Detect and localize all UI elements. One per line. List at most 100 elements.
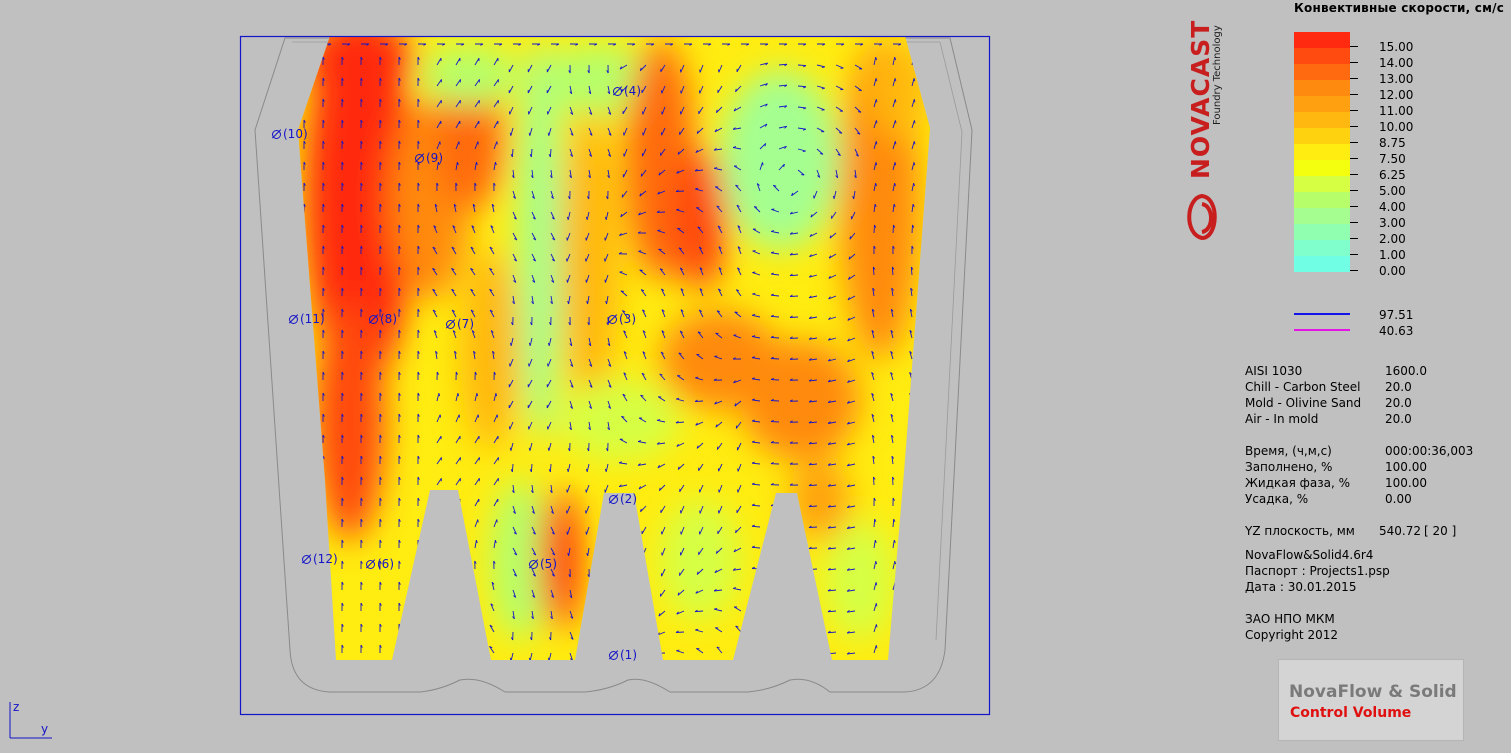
velocity-arrow [809, 590, 817, 591]
velocity-arrowhead [304, 57, 305, 60]
legend-value: 4.00 [1379, 200, 1406, 214]
velocity-arrowhead [323, 624, 324, 627]
velocity-arrowhead [876, 624, 877, 627]
velocity-arrowhead [471, 625, 474, 627]
velocity-arrowhead [605, 280, 606, 283]
velocity-arrowhead [876, 141, 877, 144]
velocity-arrow [809, 569, 817, 570]
probe-12[interactable]: (12) [302, 552, 338, 566]
probe-9[interactable]: (9) [415, 151, 443, 165]
isoline-key-1 [1294, 313, 1350, 315]
probe-2[interactable]: (2) [609, 492, 637, 506]
probe-icon [369, 315, 378, 324]
y-axis-label: y [41, 722, 48, 736]
velocity-arrow [472, 604, 475, 611]
velocity-arrow [643, 569, 646, 576]
velocity-arrowhead [790, 568, 793, 570]
velocity-arrow [912, 477, 913, 485]
probe-11[interactable]: (11) [289, 312, 325, 326]
legend-swatch [1294, 80, 1350, 96]
velocity-arrowhead [418, 645, 419, 648]
novacast-wordmark: NOVACAST Foundry Technology [1186, 7, 1226, 237]
legend-tick [1350, 126, 1358, 127]
velocity-arrowhead [586, 280, 587, 283]
velocity-arrow [512, 149, 513, 157]
velocity-arrowhead [790, 589, 793, 591]
velocity-arrowhead [752, 651, 755, 652]
velocity-arrowhead [471, 646, 474, 647]
velocity-arrow [589, 590, 591, 598]
velocity-arrowhead [323, 477, 324, 480]
velocity-arrowhead [438, 540, 439, 543]
velocity-arrow [771, 359, 779, 360]
velocity-arrowhead [418, 561, 419, 564]
probe-4[interactable]: (4) [613, 84, 641, 98]
legend-value: 3.00 [1379, 216, 1406, 230]
velocity-arrowhead [323, 582, 324, 585]
legend-title: Конвективные скорости, см/с [1294, 1, 1504, 15]
velocity-arrow [433, 646, 438, 653]
legend-value: 1.00 [1379, 248, 1406, 262]
probe-icon [272, 130, 281, 139]
copyright: Copyright 2012 [1245, 627, 1338, 643]
probe-label: (8) [380, 312, 397, 326]
probe-8[interactable]: (8) [369, 312, 397, 326]
probe-label: (12) [313, 552, 338, 566]
isoline-value-1: 97.51 [1379, 308, 1413, 322]
legend-tick [1350, 222, 1358, 223]
status-label: Жидкая фаза, % [1245, 475, 1350, 491]
velocity-arrowhead [876, 603, 877, 606]
velocity-arrow [912, 225, 913, 233]
legend-swatch [1294, 224, 1350, 240]
velocity-arrowhead [590, 638, 592, 640]
probe-1[interactable]: (1) [609, 648, 637, 662]
velocity-arrow [809, 653, 817, 654]
plane-value: 540.72 [1379, 523, 1421, 539]
probe-6[interactable]: (6) [366, 557, 394, 571]
velocity-arrowhead [752, 609, 755, 610]
velocity-arrow [910, 393, 912, 401]
velocity-arrowhead [911, 456, 913, 458]
velocity-arrowhead [304, 267, 305, 270]
status-label: Время, (ч,м,с) [1245, 443, 1332, 459]
velocity-arrowhead [850, 236, 851, 239]
status-label: Усадка, % [1245, 491, 1308, 507]
velocity-arrow [912, 624, 914, 632]
velocity-arrow [452, 646, 457, 653]
legend-swatch [1294, 256, 1350, 272]
probe-icon [613, 87, 622, 96]
velocity-arrowhead [895, 141, 896, 144]
software-version: NovaFlow&Solid4.6r4 [1245, 547, 1373, 563]
velocity-arrowhead [304, 603, 305, 606]
simulation-viewport[interactable]: (1) (2) (3) (4) (5) (6) (7) (8) (9) (10)… [0, 0, 1160, 750]
velocity-arrow [893, 225, 894, 233]
velocity-arrow [608, 611, 611, 619]
velocity-arrowhead [434, 604, 436, 606]
legend-tick [1350, 62, 1358, 63]
velocity-arrowhead [323, 540, 324, 543]
velocity-arrow [771, 316, 779, 317]
legend-swatch [1294, 32, 1350, 48]
legend-tick [1350, 190, 1358, 191]
velocity-arrow [589, 632, 592, 639]
probe-label: (10) [283, 127, 308, 141]
velocity-arrowhead [304, 99, 305, 102]
probe-7[interactable]: (7) [446, 317, 474, 331]
velocity-arrow [607, 548, 608, 556]
velocity-arrowhead [472, 604, 474, 606]
project-date: Дата : 30.01.2015 [1245, 579, 1356, 595]
probe-10[interactable]: (10) [272, 127, 308, 141]
velocity-arrow [624, 590, 627, 597]
velocity-arrow [456, 540, 457, 548]
velocity-arrow [910, 414, 912, 422]
probe-3[interactable]: (3) [608, 312, 636, 326]
velocity-arrowhead [771, 567, 774, 568]
velocity-arrow [471, 646, 476, 653]
velocity-arrowhead [622, 635, 623, 638]
probe-5[interactable]: (5) [529, 557, 557, 571]
probe-label: (7) [457, 317, 474, 331]
velocity-arrowhead [676, 650, 679, 651]
velocity-arrowhead [567, 532, 568, 535]
velocity-arrow [893, 603, 895, 611]
probe-label: (2) [620, 492, 637, 506]
